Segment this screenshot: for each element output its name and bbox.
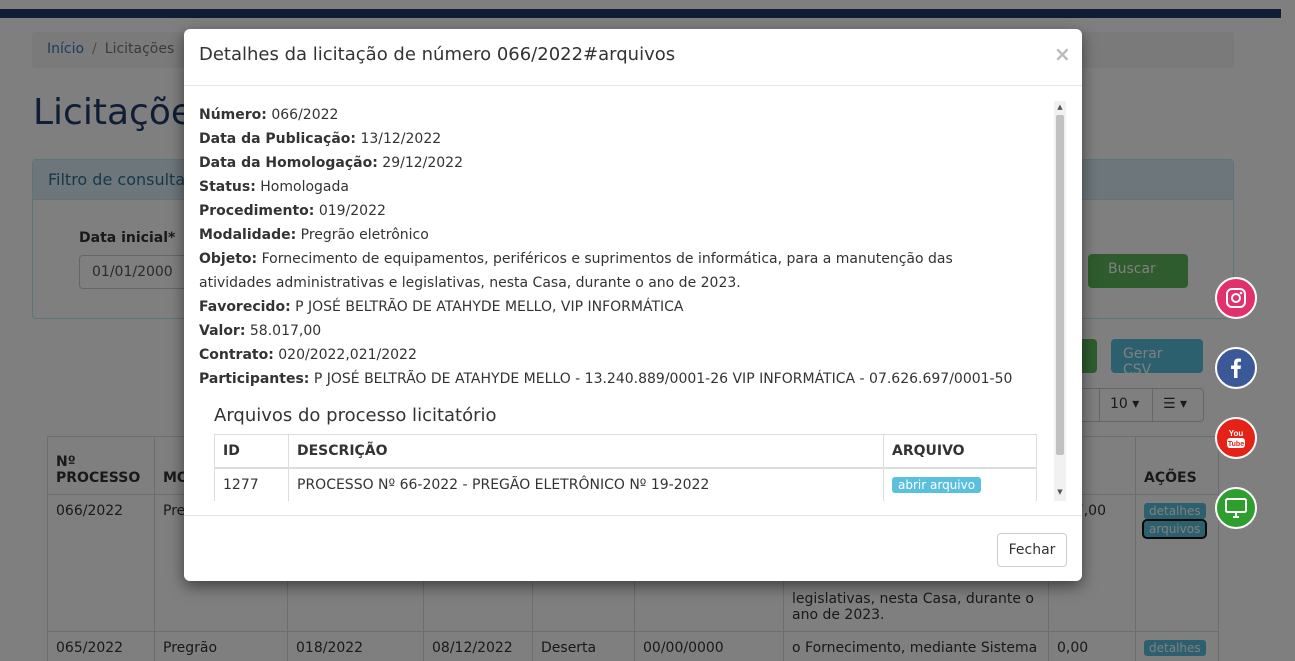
field-data-publicacao: Data da Publicação: 13/12/2022 (199, 131, 442, 147)
svg-text:Tube: Tube (1228, 441, 1244, 448)
field-status: Status: Homologada (199, 179, 349, 195)
field-favorecido: Favorecido: P JOSÉ BELTRÃO DE ATAHYDE ME… (199, 299, 684, 315)
scroll-down-icon[interactable]: ▼ (1056, 488, 1064, 496)
files-table: ID DESCRIÇÃO ARQUIVO 1277 PROCESSO Nº 66… (214, 434, 1037, 501)
monitor-icon (1225, 498, 1247, 518)
files-col-descricao: DESCRIÇÃO (288, 434, 884, 469)
modal-body[interactable]: Número: 066/2022 Data da Publicação: 13/… (184, 101, 1082, 501)
modal-footer: Fechar (184, 515, 1082, 581)
facebook-icon (1231, 358, 1241, 378)
instagram-link[interactable] (1215, 277, 1257, 319)
files-row: 1277 PROCESSO Nº 66-2022 - PREGÃO ELETRÔ… (214, 467, 1037, 501)
scrollbar-thumb[interactable] (1056, 115, 1064, 455)
instagram-icon (1226, 288, 1246, 308)
scroll-up-icon[interactable]: ▲ (1056, 103, 1064, 111)
monitor-link[interactable] (1215, 487, 1257, 529)
field-numero: Número: 066/2022 (199, 107, 339, 123)
facebook-link[interactable] (1215, 347, 1257, 389)
files-col-arquivo: ARQUIVO (883, 434, 1037, 469)
file-description: PROCESSO Nº 66-2022 - PREGÃO ELETRÔNICO … (288, 467, 884, 501)
field-procedimento: Procedimento: 019/2022 (199, 203, 386, 219)
file-action-cell: abrir arquivo (883, 467, 1037, 501)
modal-scrollbar[interactable]: ▲ ▼ (1054, 101, 1066, 501)
modal-title: Detalhes da licitação de número 066/2022… (199, 44, 676, 65)
field-valor: Valor: 58.017,00 (199, 323, 322, 339)
field-objeto: Objeto: Fornecimento de equipamentos, pe… (199, 251, 953, 291)
svg-text:You: You (1229, 429, 1244, 438)
modal-header: Detalhes da licitação de número 066/2022… (184, 29, 1082, 86)
details-modal: Detalhes da licitação de número 066/2022… (184, 29, 1082, 581)
files-section-title: Arquivos do processo licitatório (214, 405, 497, 426)
files-header-row: ID DESCRIÇÃO ARQUIVO (214, 434, 1037, 469)
files-col-id: ID (214, 434, 289, 469)
field-participantes: Participantes: P JOSÉ BELTRÃO DE ATAHYDE… (199, 371, 1013, 387)
open-file-button[interactable]: abrir arquivo (892, 477, 982, 493)
field-contrato: Contrato: 020/2022,021/2022 (199, 347, 417, 363)
close-icon[interactable]: × (1054, 42, 1071, 66)
file-id: 1277 (214, 467, 289, 501)
modal-scroll-content: Número: 066/2022 Data da Publicação: 13/… (199, 101, 1049, 501)
youtube-link[interactable]: You Tube (1215, 417, 1257, 459)
close-button[interactable]: Fechar (997, 533, 1067, 567)
youtube-icon: You Tube (1227, 429, 1245, 448)
field-data-homologacao: Data da Homologação: 29/12/2022 (199, 155, 463, 171)
field-modalidade: Modalidade: Pregrão eletrônico (199, 227, 429, 243)
